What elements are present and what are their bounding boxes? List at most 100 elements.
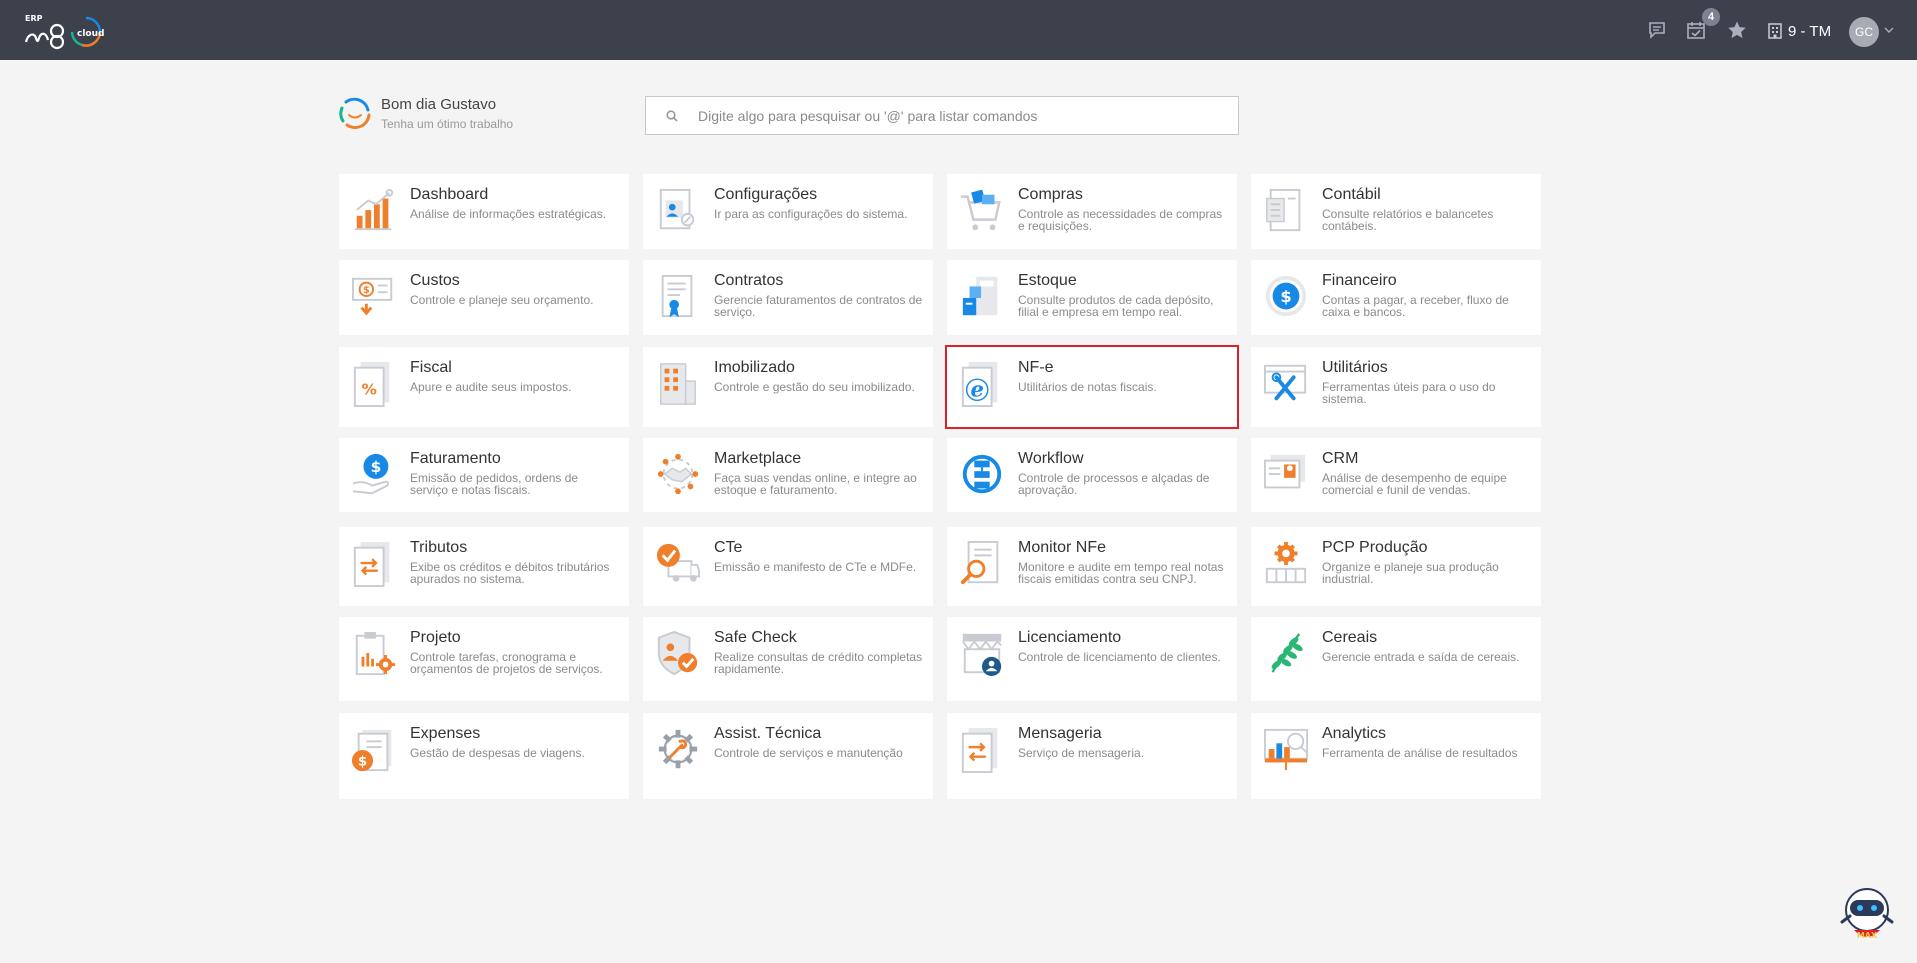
module-card-custos[interactable]: $ Custos Controle e planeje seu orçamento. [339, 260, 629, 335]
module-card-mensageria[interactable]: Mensageria Serviço de mensageria. [947, 713, 1237, 799]
bar-chart-icon [354, 188, 394, 231]
module-card-configuracoes[interactable]: Configurações Ir para as configurações do… [643, 174, 933, 249]
module-card-estoque[interactable]: Estoque Consulte produtos de cada depósit… [947, 260, 1237, 335]
module-card-crm[interactable]: CRM Análise de desempenho de equipe comer… [1251, 438, 1541, 512]
assistant-robot-icon[interactable]: MAX [1838, 886, 1896, 946]
module-card-imobilizado[interactable]: Imobilizado Controle e gestão do seu imob… [643, 347, 933, 427]
module-card-expenses[interactable]: $ Expenses Gestão de despesas de viagens. [339, 713, 629, 799]
tools-icon [1263, 364, 1307, 401]
module-title: Fiscal [410, 359, 452, 376]
company-selector[interactable]: 9 - TM [1768, 20, 1831, 42]
module-title: PCP Produção [1322, 539, 1428, 556]
module-description: Ir para as configurações do sistema. [714, 207, 908, 221]
module-title: Licenciamento [1018, 629, 1122, 646]
module-card-content: Dashboard Análise de informações estratég… [410, 186, 619, 220]
dollar-coin-icon: $ [1265, 275, 1307, 317]
module-description: Utilitários de notas fiscais. [1018, 380, 1157, 394]
module-title: Faturamento [410, 450, 501, 467]
module-card-content: Mensageria Serviço de mensageria. [1018, 725, 1227, 759]
module-title: Projeto [410, 629, 461, 646]
module-description: Gerencie entrada e saída de cereais. [1322, 650, 1520, 664]
greeting-title: Bom dia Gustavo [381, 95, 497, 113]
greeting-subtitle: Tenha um ótimo trabalho [381, 116, 514, 131]
percent-document-icon: % [353, 361, 390, 407]
module-title: Utilitários [1322, 359, 1388, 376]
logo-cloud-label: cloud [77, 29, 104, 39]
billing-hand-icon: $ [352, 453, 390, 495]
module-card-content: Faturamento Emissão de pedidos, ordens de… [410, 450, 619, 496]
assistant-label: MAX [1857, 931, 1878, 940]
module-card-cte[interactable]: CTe Emissão e manifesto de CTe e MDFe. [643, 527, 933, 606]
expense-coin-icon: $ [351, 729, 392, 772]
module-title: Configurações [714, 186, 818, 203]
module-card-content: Financeiro Contas a pagar, a receber, flu… [1322, 272, 1531, 318]
module-card-workflow[interactable]: Workflow Controle de processos e alçadas … [947, 438, 1237, 512]
module-card-dashboard[interactable]: Dashboard Análise de informações estratég… [339, 174, 629, 249]
search-input[interactable] [698, 107, 1238, 124]
module-description: Exibe os créditos e débitos tributários … [410, 560, 610, 586]
module-title: Analytics [1322, 725, 1387, 742]
workflow-icon [962, 454, 1002, 494]
module-card-pcp-producao[interactable]: PCP Produção Organize e planeje sua produ… [1251, 527, 1541, 606]
module-description: Consulte produtos de cada depósito, fili… [1018, 293, 1214, 319]
module-title: Dashboard [410, 186, 489, 203]
module-card-analytics[interactable]: Analytics Ferramenta de análise de result… [1251, 713, 1541, 799]
logo-erp-label: ERP [25, 14, 43, 23]
svg-text:%: % [362, 381, 377, 399]
module-card-financeiro[interactable]: $ Financeiro Contas a pagar, a receber, fl… [1251, 260, 1541, 335]
module-description: Controle de serviços e manutenção [714, 746, 903, 760]
app-logo[interactable]: ERP cloud [24, 12, 116, 50]
module-card-projeto[interactable]: Projeto Controle tarefas, cronograma e or… [339, 617, 629, 701]
module-card-content: Utilitários Ferramentas úteis para o uso … [1322, 359, 1531, 405]
shield-check-icon [657, 630, 698, 676]
module-card-safe-check[interactable]: Safe Check Realize consultas de crédito c… [643, 617, 933, 701]
module-card-content: Fiscal Apure e audite seus impostos. [410, 359, 619, 393]
user-avatar[interactable]: GC [1849, 17, 1879, 47]
module-title: Cereais [1322, 629, 1378, 646]
module-card-marketplace[interactable]: Marketplace Faça suas vendas online, e in… [643, 438, 933, 512]
greeting: Bom dia Gustavo Tenha um ótimo trabalho [338, 94, 513, 132]
module-title: Contábil [1322, 186, 1381, 203]
module-description: Emissão e manifesto de CTe e MDFe. [714, 560, 917, 574]
module-card-cereais[interactable]: Cereais Gerencie entrada e saída de cerea… [1251, 617, 1541, 701]
module-card-faturamento[interactable]: $ Faturamento Emissão de pedidos, ordens d… [339, 438, 629, 512]
settings-document-icon [659, 188, 695, 230]
star-icon[interactable] [1726, 19, 1748, 41]
money-cost-icon: $ [351, 277, 393, 316]
svg-text:$: $ [1280, 287, 1291, 306]
module-card-content: Projeto Controle tarefas, cronograma e or… [410, 629, 619, 675]
chat-icon[interactable] [1646, 19, 1668, 41]
module-card-assist-tecnica[interactable]: Assist. Técnica Controle de serviços e ma… [643, 713, 933, 799]
module-card-content: Cereais Gerencie entrada e saída de cerea… [1322, 629, 1531, 663]
module-description: Monitore e audite em tempo real notas fi… [1018, 560, 1224, 586]
module-card-nf-e[interactable]: e NF-e Utilitários de notas fiscais. [945, 345, 1239, 429]
module-title: Contratos [714, 272, 784, 289]
search-box[interactable] [645, 96, 1239, 135]
module-card-fiscal[interactable]: % Fiscal Apure e audite seus impostos. [339, 347, 629, 427]
module-description: Realize consultas de crédito completas r… [714, 650, 923, 676]
building-icon [1768, 23, 1782, 39]
module-title: Mensageria [1018, 725, 1102, 742]
svg-text:$: $ [358, 754, 367, 769]
module-description: Organize e planeje sua produção industri… [1322, 560, 1499, 586]
module-card-content: Workflow Controle de processos e alçadas … [1018, 450, 1227, 496]
module-card-contratos[interactable]: Contratos Gerencie faturamentos de contra… [643, 260, 933, 335]
module-description: Ferramentas úteis para o uso do sistema. [1322, 380, 1496, 406]
module-title: Estoque [1018, 272, 1077, 289]
module-card-tributos[interactable]: Tributos Exibe os créditos e débitos trib… [339, 527, 629, 606]
module-title: Imobilizado [714, 359, 795, 376]
module-card-contabil[interactable]: Contábil Consulte relatórios e balancetes… [1251, 174, 1541, 249]
module-title: CTe [714, 539, 743, 556]
contract-icon [661, 274, 693, 318]
handshake-icon [657, 453, 699, 495]
module-card-utilitarios[interactable]: Utilitários Ferramentas úteis para o uso … [1251, 347, 1541, 427]
module-description: Controle e planeje seu orçamento. [410, 293, 594, 307]
module-title: Custos [410, 272, 460, 289]
chevron-down-icon[interactable] [1884, 25, 1894, 35]
module-card-content: Contratos Gerencie faturamentos de contra… [714, 272, 923, 318]
module-description: Emissão de pedidos, ordens de serviço e … [410, 471, 579, 497]
svg-text:$: $ [363, 285, 370, 296]
module-card-compras[interactable]: Compras Controle as necessidades de compr… [947, 174, 1237, 249]
module-card-monitor-nfe[interactable]: Monitor NFe Monitore e audite em tempo re… [947, 527, 1237, 606]
module-card-licenciamento[interactable]: Licenciamento Controle de licenciamento d… [947, 617, 1237, 701]
